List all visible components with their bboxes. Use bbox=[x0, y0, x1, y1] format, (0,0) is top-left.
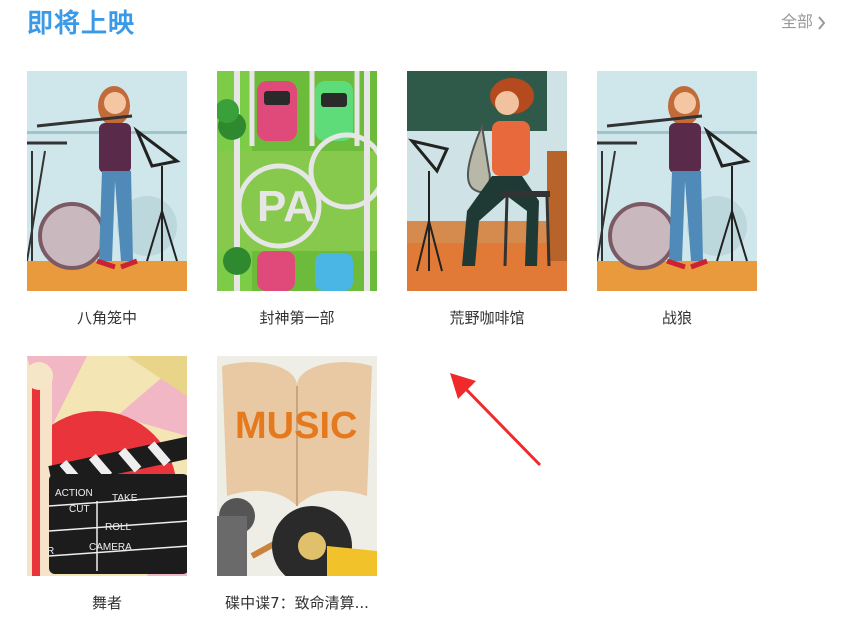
movie-poster[interactable]: MUSIC bbox=[217, 356, 377, 576]
movie-poster[interactable]: PA bbox=[217, 71, 377, 291]
movie-card[interactable]: MUSIC 碟中谍7：致命清算... bbox=[217, 356, 377, 614]
movie-title[interactable]: 八角笼中 bbox=[27, 307, 187, 329]
movie-card[interactable]: 荒野咖啡馆 bbox=[407, 71, 567, 329]
movie-card[interactable]: 战狼 bbox=[597, 71, 757, 329]
movie-poster[interactable]: ACTION CUT TAKE ROLL R CAMERA bbox=[27, 356, 187, 576]
view-all-label: 全部 bbox=[780, 14, 813, 31]
movie-card[interactable]: 八角笼中 bbox=[27, 71, 187, 329]
saxophone-player-illustration bbox=[407, 71, 567, 291]
music-word: MUSIC bbox=[235, 405, 357, 447]
clapper-line-camera: CAMERA bbox=[89, 542, 132, 553]
movie-title[interactable]: 荒野咖啡馆 bbox=[407, 307, 567, 329]
chevron-right-icon bbox=[818, 16, 826, 30]
section-title: 即将上映 bbox=[27, 9, 136, 39]
movie-card[interactable]: PA 封神第一部 bbox=[217, 71, 377, 329]
movie-title[interactable]: 封神第一部 bbox=[217, 307, 377, 329]
clapper-line-action: ACTION bbox=[55, 488, 93, 499]
popcorn-clapperboard-illustration: ACTION CUT TAKE ROLL R CAMERA bbox=[27, 356, 187, 576]
movie-poster[interactable] bbox=[27, 71, 187, 291]
movie-title[interactable]: 战狼 bbox=[597, 307, 757, 329]
movie-poster[interactable] bbox=[597, 71, 757, 291]
flute-player-illustration bbox=[27, 71, 187, 291]
parking-letters: PA bbox=[257, 182, 315, 231]
clapper-line-roll: ROLL bbox=[105, 522, 132, 533]
flute-player-illustration bbox=[597, 71, 757, 291]
clapper-line-take: TAKE bbox=[112, 493, 138, 504]
music-vinyl-illustration: MUSIC bbox=[217, 356, 377, 576]
section-header: 即将上映 全部 bbox=[27, 6, 826, 42]
view-all-link[interactable]: 全部 bbox=[781, 12, 826, 34]
clapper-line-cut: CUT bbox=[69, 504, 90, 515]
parking-lot-illustration: PA bbox=[217, 71, 377, 291]
annotation-arrow-icon bbox=[450, 373, 542, 467]
clapper-line-r: R bbox=[47, 546, 54, 557]
movie-poster[interactable] bbox=[407, 71, 567, 291]
movie-title[interactable]: 舞者 bbox=[27, 592, 187, 614]
movie-card[interactable]: ACTION CUT TAKE ROLL R CAMERA 舞者 bbox=[27, 356, 187, 614]
movie-title[interactable]: 碟中谍7：致命清算... bbox=[217, 592, 377, 614]
